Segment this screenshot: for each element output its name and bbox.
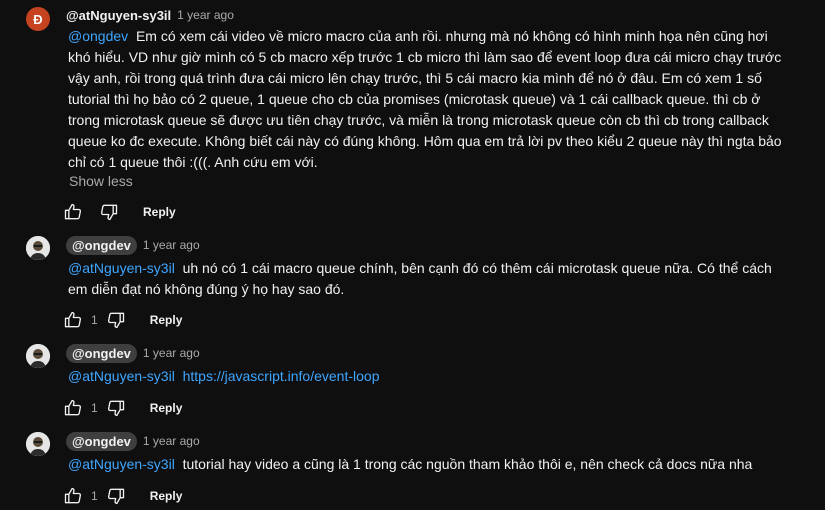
timestamp[interactable]: 1 year ago [177,8,234,22]
comment-line: khó hiểu. VD như giờ mình có 5 cb macro … [68,49,782,65]
comment-header: @ongdev 1 year ago [66,431,200,451]
comment-text: @atNguyen-sy3il uh nó có 1 cái macro que… [68,258,772,300]
comment-actions: 1 Reply [61,396,182,420]
url-link[interactable]: https://javascript.info/event-loop [183,368,380,384]
dislike-button[interactable] [104,308,128,332]
timestamp[interactable]: 1 year ago [143,238,200,252]
avatar-person-icon [26,432,50,456]
reply-button[interactable]: Reply [143,205,176,219]
like-button[interactable] [61,308,85,332]
comment-line: queue ko đc execute. Không biết cái này … [68,133,782,149]
like-count: 1 [91,313,98,327]
author-name[interactable]: @ongdev [66,343,137,363]
avatar[interactable] [26,236,50,260]
avatar[interactable]: Đ [26,7,50,31]
comment-header: @atNguyen-sy3il 1 year ago [66,5,234,25]
like-count: 1 [91,489,98,503]
reply-button[interactable]: Reply [150,489,183,503]
thumbs-up-icon [64,311,82,328]
comment-actions: 1 Reply [61,484,182,508]
comment-line: @ongdev Em có xem cái video về micro mac… [68,28,768,44]
comment-header: @ongdev 1 year ago [66,235,200,255]
avatar[interactable] [26,432,50,456]
comment-line: tutorial thì họ bảo có 2 queue, 1 queue … [68,91,761,107]
mention-link[interactable]: @atNguyen-sy3il [68,260,175,276]
comment-text: @atNguyen-sy3il tutorial hay video a cũn… [68,454,752,475]
like-button[interactable] [61,200,85,224]
avatar-person-icon [26,236,50,260]
comment-actions: Reply [61,200,176,224]
author-name[interactable]: @ongdev [66,235,137,255]
like-button[interactable] [61,396,85,420]
author-name[interactable]: @ongdev [66,431,137,451]
dislike-button[interactable] [104,396,128,420]
thumbs-up-icon [64,203,82,220]
mention-link[interactable]: @atNguyen-sy3il [68,368,175,384]
thumbs-up-icon [64,487,82,504]
show-less-button[interactable]: Show less [69,173,133,189]
thumbs-down-icon [107,312,124,329]
comment-text: @ongdev Em có xem cái video về micro mac… [68,26,782,173]
comment-actions: 1 Reply [61,308,182,332]
mention-link[interactable]: @atNguyen-sy3il [68,456,175,472]
like-button[interactable] [61,484,85,508]
avatar-person-icon [26,344,50,368]
dislike-button[interactable] [104,484,128,508]
avatar-letter: Đ [33,11,43,27]
dislike-button[interactable] [97,200,121,224]
timestamp[interactable]: 1 year ago [143,434,200,448]
thumbs-down-icon [100,204,118,221]
reply-button[interactable]: Reply [150,313,183,327]
comment-line: trong microtask queue sẽ được ưu tiên ch… [68,112,769,128]
author-name[interactable]: @atNguyen-sy3il [66,8,171,23]
like-count: 1 [91,401,98,415]
avatar[interactable] [26,344,50,368]
comment-line: @atNguyen-sy3il uh nó có 1 cái macro que… [68,260,772,276]
thumbs-down-icon [107,488,124,505]
comment-header: @ongdev 1 year ago [66,343,200,363]
reply-button[interactable]: Reply [150,401,183,415]
comment-line: @atNguyen-sy3il https://javascript.info/… [68,366,379,387]
thumbs-down-icon [107,400,124,417]
timestamp[interactable]: 1 year ago [143,346,200,360]
thumbs-up-icon [64,399,82,416]
comment-text: @atNguyen-sy3il https://javascript.info/… [68,366,379,387]
comment-line: em diễn đạt nó không đúng ý họ hay sao đ… [68,281,345,297]
comment-thread: Đ @atNguyen-sy3il 1 year ago @ongdev Em … [0,0,825,510]
comment-line: @atNguyen-sy3il tutorial hay video a cũn… [68,456,753,472]
comment-line: chỉ có 1 queue thôi :(((. Anh cứu em với… [68,154,318,170]
mention-link[interactable]: @ongdev [68,28,128,44]
comment-line: vậy anh, rồi trong quá trình đưa cái mic… [68,70,762,86]
